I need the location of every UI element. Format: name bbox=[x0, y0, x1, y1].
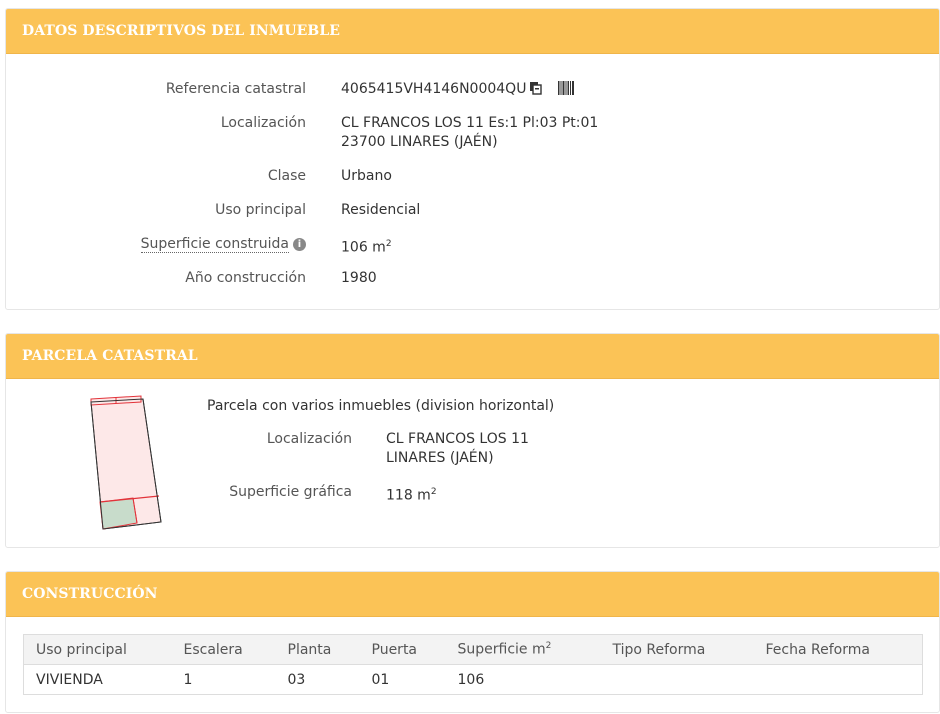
referencia-text[interactable]: 4065415VH4146N0004QU bbox=[341, 81, 526, 97]
col-escalera: Escalera bbox=[171, 634, 276, 665]
parcela-superficie-value: 118 m2 bbox=[386, 483, 437, 506]
datos-header: DATOS DESCRIPTIVOS DEL INMUEBLE bbox=[6, 9, 939, 54]
parcela-localizacion-line1: CL FRANCOS LOS 11 bbox=[386, 431, 529, 447]
uso-label: Uso principal bbox=[215, 202, 306, 218]
superficie-label-text[interactable]: Superficie construida bbox=[140, 236, 289, 253]
construccion-header: CONSTRUCCIÓN bbox=[6, 572, 939, 617]
barcode-icon[interactable] bbox=[557, 81, 574, 101]
datos-title: DATOS DESCRIPTIVOS DEL INMUEBLE bbox=[22, 23, 341, 39]
parcela-superficie-unit-sup: 2 bbox=[430, 487, 437, 497]
parcela-title: PARCELA CATASTRAL bbox=[22, 348, 198, 364]
anio-value: 1980 bbox=[341, 270, 377, 286]
cell-fecha-reforma bbox=[754, 665, 923, 695]
parcela-superficie-number: 118 m bbox=[386, 487, 431, 504]
cell-uso-principal: VIVIENDA bbox=[36, 671, 103, 688]
parcela-superficie-label: Superficie gráfica bbox=[229, 484, 352, 500]
parcela-localizacion-line2: LINARES (JAÉN) bbox=[386, 450, 494, 466]
col-superficie: Superficie m2 bbox=[445, 634, 601, 665]
datos-panel: DATOS DESCRIPTIVOS DEL INMUEBLE Referenc… bbox=[5, 8, 940, 310]
localizacion-label: Localización bbox=[220, 115, 306, 131]
superficie-label: Superficie construida i bbox=[140, 235, 306, 254]
col-superficie-sup: 2 bbox=[545, 641, 552, 652]
construccion-title: CONSTRUCCIÓN bbox=[22, 586, 158, 602]
superficie-unit-sup: 2 bbox=[385, 239, 392, 249]
clase-label: Clase bbox=[267, 168, 306, 184]
col-uso-principal: Uso principal bbox=[23, 634, 172, 665]
construccion-panel: CONSTRUCCIÓN Uso principal Escalera Plan… bbox=[5, 571, 940, 713]
parcela-localizacion-label: Localización bbox=[266, 431, 352, 447]
cell-puerta: 01 bbox=[371, 671, 390, 688]
superficie-number: 106 m bbox=[341, 239, 386, 256]
cell-planta: 03 bbox=[287, 671, 306, 688]
copy-icon[interactable] bbox=[529, 81, 543, 101]
table-row: VIVIENDA 1 03 01 106 bbox=[24, 665, 923, 695]
info-icon[interactable]: i bbox=[293, 238, 306, 251]
parcela-panel: PARCELA CATASTRAL Parcela con varios inm… bbox=[5, 333, 940, 548]
col-tipo-reforma: Tipo Reforma bbox=[600, 634, 754, 665]
construccion-table: Uso principal Escalera Planta Puerta Sup… bbox=[23, 634, 923, 695]
col-fecha-reforma: Fecha Reforma bbox=[753, 634, 923, 665]
referencia-label: Referencia catastral bbox=[165, 81, 306, 97]
parcel-map-thumbnail[interactable] bbox=[81, 392, 176, 537]
localizacion-line2: 23700 LINARES (JAÉN) bbox=[341, 134, 498, 150]
parcel-highlight-unit bbox=[99, 497, 138, 530]
col-puerta: Puerta bbox=[359, 634, 446, 665]
anio-label: Año construcción bbox=[185, 270, 306, 286]
col-planta: Planta bbox=[275, 634, 360, 665]
col-superficie-text: Superficie m bbox=[457, 641, 546, 658]
parcela-header: PARCELA CATASTRAL bbox=[6, 334, 939, 379]
referencia-value: 4065415VH4146N0004QU bbox=[341, 80, 574, 101]
superficie-value: 106 m2 bbox=[341, 235, 392, 258]
parcela-localizacion-value: CL FRANCOS LOS 11 LINARES (JAÉN) bbox=[386, 430, 529, 468]
clase-value: Urbano bbox=[341, 168, 392, 184]
uso-value: Residencial bbox=[341, 202, 421, 218]
cell-tipo-reforma bbox=[601, 665, 754, 695]
parcela-descripcion: Parcela con varios inmuebles (division h… bbox=[207, 398, 555, 414]
cell-superficie: 106 bbox=[457, 671, 485, 688]
cell-escalera: 1 bbox=[183, 671, 193, 688]
table-header-row: Uso principal Escalera Planta Puerta Sup… bbox=[23, 634, 923, 665]
localizacion-value: CL FRANCOS LOS 11 Es:1 Pl:03 Pt:01 23700… bbox=[341, 114, 598, 152]
localizacion-line1: CL FRANCOS LOS 11 Es:1 Pl:03 Pt:01 bbox=[341, 115, 599, 131]
